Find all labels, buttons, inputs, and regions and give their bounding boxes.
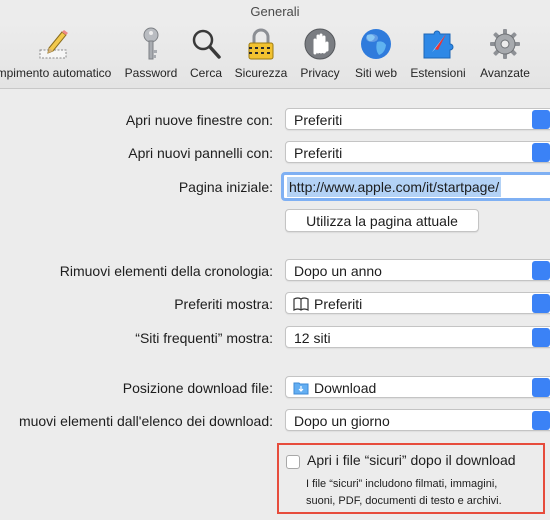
- popup-arrows-icon: [532, 378, 550, 397]
- popup-arrows-icon: [532, 110, 550, 129]
- remove-downloads-label: muovi elementi dall'elenco dei download:: [18, 413, 273, 429]
- download-location-popup[interactable]: Download: [285, 376, 550, 398]
- toolbar-tab-search[interactable]: Cerca: [184, 22, 228, 88]
- download-location-label: Posizione download file:: [122, 380, 273, 396]
- popup-arrows-icon: [532, 328, 550, 347]
- row-top-sites: “Siti frequenti” mostra: 12 siti: [0, 326, 550, 350]
- favorites-shows-label: Preferiti mostra:: [174, 296, 273, 312]
- toolbar-label-privacy: Privacy: [300, 66, 340, 80]
- download-folder-icon: [293, 382, 309, 395]
- top-sites-label: “Siti frequenti” mostra:: [135, 330, 273, 346]
- toolbar-label-autofill: mpimento automatico: [0, 66, 112, 80]
- hand-icon: [304, 28, 336, 60]
- new-tabs-popup[interactable]: Preferiti: [285, 141, 550, 163]
- toolbar-tab-privacy[interactable]: Privacy: [295, 22, 345, 88]
- preferences-toolbar: mpimento automatico Password Cerca Sicur…: [0, 22, 550, 89]
- row-remove-downloads: muovi elementi dall'elenco dei download:…: [0, 409, 550, 433]
- new-windows-label: Apri nuove finestre con:: [125, 112, 273, 128]
- toolbar-tab-websites[interactable]: Siti web: [349, 22, 403, 88]
- open-safe-files-checkbox[interactable]: [286, 455, 300, 469]
- toolbar-tab-advanced[interactable]: Avanzate: [474, 22, 536, 88]
- general-pane: Apri nuove finestre con: Preferiti Apri …: [0, 89, 550, 520]
- toolbar-label-websites: Siti web: [354, 66, 398, 80]
- new-tabs-value: Preferiti: [294, 145, 343, 161]
- new-windows-value: Preferiti: [294, 112, 343, 128]
- homepage-field[interactable]: http://www.apple.com/it/startpage/: [281, 172, 550, 201]
- toolbar-label-security: Sicurezza: [234, 66, 288, 80]
- use-current-page-button[interactable]: Utilizza la pagina attuale: [285, 209, 479, 232]
- toolbar-label-search: Cerca: [189, 66, 222, 80]
- lock-icon: [248, 28, 274, 60]
- safe-files-help-text: I file “sicuri” includono filmati, immag…: [306, 476, 502, 510]
- popup-arrows-icon: [532, 261, 550, 280]
- favorites-shows-popup[interactable]: Preferiti: [285, 292, 550, 314]
- new-tabs-label: Apri nuovi pannelli con:: [128, 145, 273, 161]
- toolbar-tab-passwords[interactable]: Password: [120, 22, 182, 88]
- row-new-windows: Apri nuove finestre con: Preferiti: [0, 108, 550, 132]
- row-use-current: Utilizza la pagina attuale: [0, 209, 550, 233]
- puzzle-compass-icon: [423, 30, 454, 59]
- open-safe-files-label[interactable]: Apri i file “sicuri” dopo il download: [307, 452, 516, 468]
- homepage-value: http://www.apple.com/it/startpage/: [287, 177, 502, 197]
- toolbar-tab-security[interactable]: Sicurezza: [231, 22, 291, 88]
- window-title: Generali: [250, 4, 300, 19]
- safe-files-highlight-box: Apri i file “sicuri” dopo il download I …: [277, 443, 545, 514]
- key-icon: [143, 27, 159, 60]
- toolbar-tab-extensions[interactable]: Estensioni: [405, 22, 471, 88]
- gear-icon: [490, 29, 520, 59]
- remove-history-popup[interactable]: Dopo un anno: [285, 259, 550, 281]
- magnifier-icon: [192, 29, 221, 59]
- row-new-tabs: Apri nuovi pannelli con: Preferiti: [0, 141, 550, 165]
- safe-files-help-line1: I file “sicuri” includono filmati, immag…: [306, 478, 498, 490]
- toolbar-tab-autofill[interactable]: mpimento automatico: [0, 22, 116, 88]
- popup-arrows-icon: [532, 411, 550, 430]
- row-download-location: Posizione download file: Download: [0, 376, 550, 400]
- toolbar-label-advanced: Avanzate: [480, 66, 530, 80]
- pencil-form-icon: [39, 30, 68, 59]
- remove-downloads-popup[interactable]: Dopo un giorno: [285, 409, 550, 431]
- top-sites-value: 12 siti: [294, 330, 331, 346]
- remove-history-value: Dopo un anno: [294, 263, 382, 279]
- homepage-label: Pagina iniziale:: [178, 179, 273, 195]
- popup-arrows-icon: [532, 294, 550, 313]
- globe-icon: [361, 29, 391, 59]
- safe-files-help-line2: suoni, PDF, documenti di testo e archivi…: [306, 495, 502, 507]
- top-sites-popup[interactable]: 12 siti: [285, 326, 550, 348]
- download-location-value: Download: [314, 380, 377, 396]
- remove-history-label: Rimuovi elementi della cronologia:: [59, 263, 273, 279]
- toolbar-label-extensions: Estensioni: [410, 66, 466, 80]
- new-windows-popup[interactable]: Preferiti: [285, 108, 550, 130]
- row-remove-history: Rimuovi elementi della cronologia: Dopo …: [0, 259, 550, 283]
- book-icon: [293, 297, 309, 311]
- row-favorites-shows: Preferiti mostra: Preferiti: [0, 292, 550, 316]
- popup-arrows-icon: [532, 143, 550, 162]
- toolbar-label-passwords: Password: [124, 66, 178, 80]
- favorites-shows-value: Preferiti: [314, 296, 363, 312]
- row-homepage: Pagina iniziale: http://www.apple.com/it…: [0, 172, 550, 201]
- remove-downloads-value: Dopo un giorno: [294, 413, 390, 429]
